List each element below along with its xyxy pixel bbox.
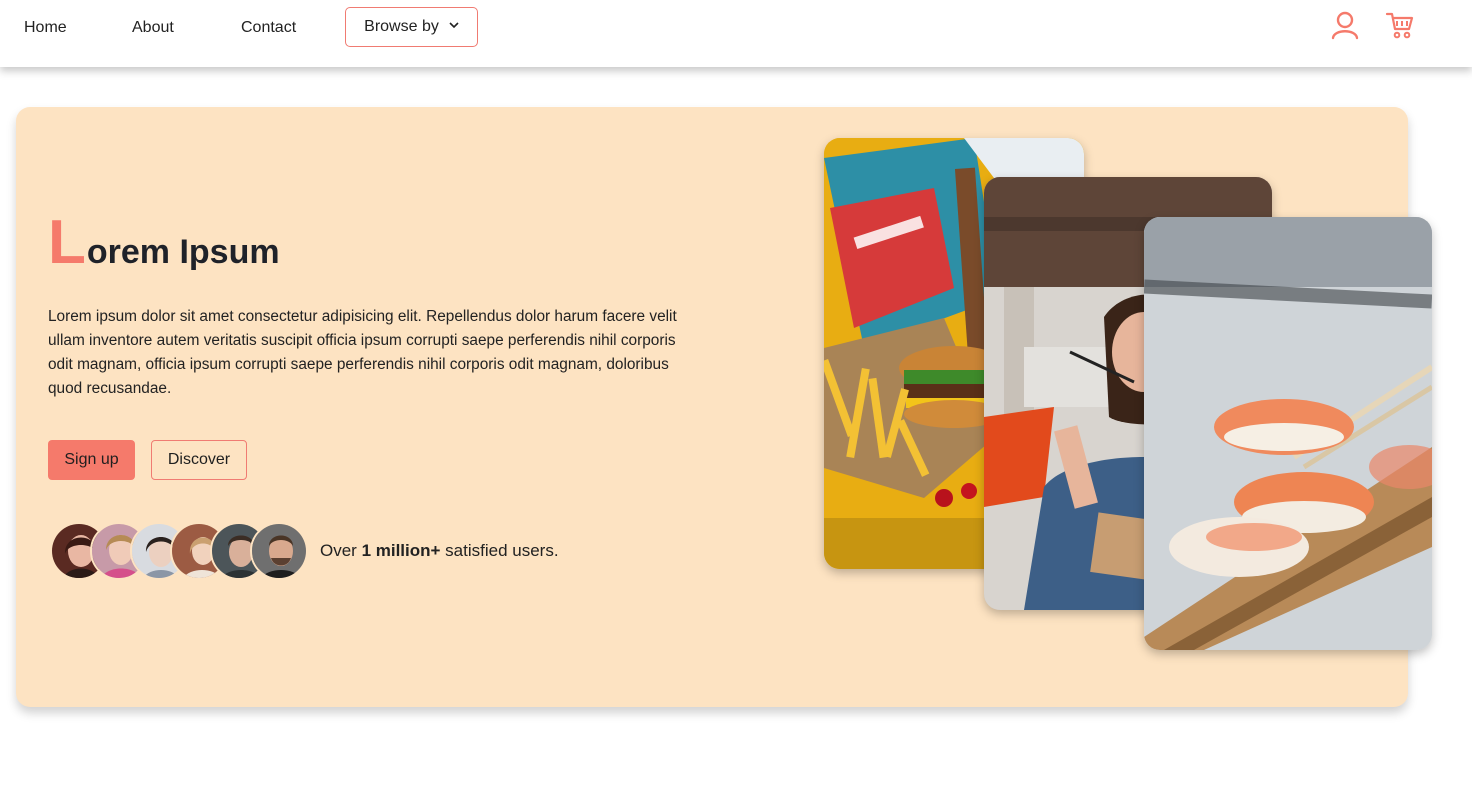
hero-title: L orem Ipsum	[48, 212, 280, 274]
nav-about-link[interactable]: About	[132, 18, 174, 38]
hero-title-initial: L	[48, 208, 86, 277]
nav-contact-link[interactable]: Contact	[241, 18, 296, 38]
chevron-down-icon	[449, 21, 459, 32]
navbar: Home About Contact Browse by	[0, 0, 1472, 67]
user-avatars	[50, 522, 320, 580]
users-prefix: Over	[320, 541, 362, 560]
browse-by-dropdown[interactable]: Browse by	[345, 7, 478, 47]
avatar	[250, 522, 308, 580]
hero-title-rest: orem Ipsum	[86, 233, 280, 271]
hero-description: Lorem ipsum dolor sit amet consectetur a…	[48, 308, 677, 397]
user-icon[interactable]	[1330, 10, 1360, 40]
sushi-photo	[1144, 217, 1432, 650]
cart-icon[interactable]	[1385, 10, 1415, 40]
discover-button[interactable]: Discover	[151, 440, 247, 480]
nav-home-link[interactable]: Home	[24, 18, 67, 38]
satisfied-users-text: Over 1 million+ satisfied users.	[320, 541, 559, 561]
users-suffix: satisfied users.	[440, 541, 559, 560]
browse-by-label: Browse by	[364, 18, 439, 35]
signup-button[interactable]: Sign up	[48, 440, 135, 480]
hero-card: L orem Ipsum Lorem ipsum dolor sit amet …	[16, 107, 1432, 707]
users-count: 1 million+	[361, 541, 441, 560]
